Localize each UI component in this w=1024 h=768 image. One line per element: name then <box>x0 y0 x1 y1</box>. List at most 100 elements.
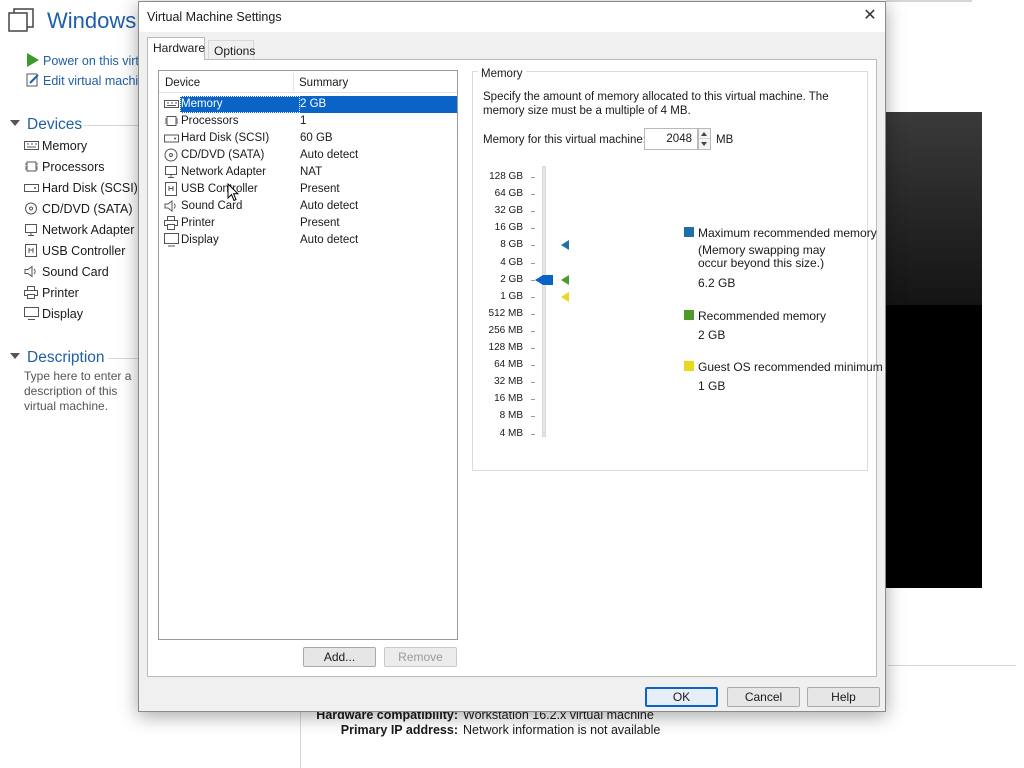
device-row-usb[interactable]: USB Controller Present <box>159 181 457 198</box>
memory-field-label: Memory for this virtual machine: <box>483 134 646 146</box>
primary-ip-key: Primary IP address: <box>340 723 458 737</box>
device-list-header: Device Summary <box>159 71 457 93</box>
description-section-toggle[interactable]: Description <box>10 349 105 367</box>
device-row-processors[interactable]: Processors 1 <box>159 113 457 130</box>
guest-min-value: 1 GB <box>698 379 726 393</box>
scale-label: 32 MB <box>494 376 523 388</box>
section-divider <box>108 358 138 359</box>
device-name: Processors <box>181 115 239 127</box>
cancel-button[interactable]: Cancel <box>727 687 800 707</box>
collapse-icon <box>10 353 20 359</box>
memory-icon <box>24 141 39 150</box>
scale-tick <box>531 313 535 315</box>
cd-dvd-icon <box>25 202 37 215</box>
device-row-display[interactable]: Display Auto detect <box>159 232 457 249</box>
device-row-printer[interactable]: Printer Present <box>159 215 457 232</box>
usb-controller-icon <box>165 182 177 196</box>
device-name: Network Adapter <box>181 166 267 178</box>
collapse-icon <box>10 120 20 126</box>
bg-device-memory[interactable]: Memory <box>24 137 138 158</box>
scale-tick <box>531 365 535 367</box>
mouse-cursor-icon <box>227 183 239 202</box>
bg-device-hard-disk[interactable]: Hard Disk (SCSI) <box>24 179 138 200</box>
hardware-tab-panel: Device Summary Memory 2 GB Processors 1 <box>147 59 883 677</box>
spin-down-icon[interactable] <box>699 139 710 149</box>
scale-tick <box>531 399 535 401</box>
network-adapter-icon <box>165 166 177 178</box>
background-device-list: Memory Processors Hard Disk (SCSI) CD/DV… <box>24 137 138 326</box>
tab-options[interactable]: Options <box>208 40 255 60</box>
sound-card-icon <box>24 265 36 278</box>
device-list[interactable]: Device Summary Memory 2 GB Processors 1 <box>158 70 458 640</box>
device-summary: Present <box>300 217 340 229</box>
scale-label: 16 MB <box>494 393 523 405</box>
recommended-value: 2 GB <box>698 328 726 342</box>
device-row-sound[interactable]: Sound Card Auto detect <box>159 198 457 215</box>
network-adapter-icon <box>25 224 37 236</box>
memory-group: Memory Specify the amount of memory allo… <box>472 68 883 471</box>
dialog-titlebar[interactable]: Virtual Machine Settings ✕ <box>139 2 885 32</box>
memory-icon <box>164 100 179 108</box>
bg-device-cd-dvd[interactable]: CD/DVD (SATA) <box>24 200 138 221</box>
column-separator[interactable] <box>293 73 294 91</box>
max-recommended-swatch <box>684 227 694 237</box>
guest-min-title: Guest OS recommended minimum <box>698 360 883 374</box>
display-icon <box>164 233 179 247</box>
device-summary: NAT <box>300 166 323 178</box>
scale-tick <box>531 177 535 178</box>
scale-label: 64 MB <box>494 359 523 371</box>
ok-button[interactable]: OK <box>645 687 718 707</box>
bg-device-usb[interactable]: USB Controller <box>24 242 138 263</box>
device-name: Memory <box>181 98 223 110</box>
dialog-title: Virtual Machine Settings <box>147 10 282 24</box>
device-summary: 1 <box>300 115 307 127</box>
devices-section-toggle[interactable]: Devices <box>10 116 82 134</box>
sound-card-icon <box>164 200 176 212</box>
bg-device-printer[interactable]: Printer <box>24 284 138 305</box>
device-summary: Auto detect <box>300 149 359 161</box>
close-icon[interactable]: ✕ <box>855 2 885 30</box>
help-button[interactable]: Help <box>807 687 880 707</box>
tab-hardware[interactable]: Hardware <box>147 37 205 60</box>
printer-icon <box>164 216 178 230</box>
max-recommended-value: 6.2 GB <box>698 276 736 290</box>
cd-dvd-icon <box>164 148 178 162</box>
device-row-hard-disk[interactable]: Hard Disk (SCSI) 60 GB <box>159 130 457 147</box>
vm-preview-screen[interactable] <box>883 112 982 305</box>
device-name: CD/DVD (SATA) <box>181 149 265 161</box>
scale-label: 4 MB <box>499 427 523 439</box>
column-header-summary[interactable]: Summary <box>299 77 348 89</box>
vm-settings-dialog: Virtual Machine Settings ✕ Hardware Opti… <box>138 1 886 712</box>
processor-icon <box>165 116 178 126</box>
add-device-button[interactable]: Add... <box>303 647 376 667</box>
hard-disk-icon <box>164 134 179 143</box>
device-row-memory[interactable]: Memory 2 GB <box>159 96 457 113</box>
bg-device-network[interactable]: Network Adapter <box>24 221 138 242</box>
memory-size-input[interactable] <box>644 128 698 150</box>
vm-title: Windows <box>47 8 137 33</box>
memory-slider-thumb[interactable] <box>543 274 553 285</box>
scale-label: 128 GB <box>489 171 523 182</box>
column-header-device[interactable]: Device <box>165 77 200 89</box>
spin-up-icon[interactable] <box>699 129 710 139</box>
recommended-swatch <box>684 310 694 320</box>
bg-device-sound[interactable]: Sound Card <box>24 263 138 284</box>
bg-device-processors[interactable]: Processors <box>24 158 138 179</box>
recommended-marker <box>561 274 569 285</box>
remove-device-button[interactable]: Remove <box>384 647 457 667</box>
edit-icon <box>26 73 39 87</box>
device-summary: Auto detect <box>300 200 359 212</box>
guest-min-swatch <box>684 361 694 371</box>
device-summary: Auto detect <box>300 234 359 246</box>
description-placeholder[interactable]: Type here to enter a description of this… <box>24 369 144 414</box>
bg-device-display[interactable]: Display <box>24 305 138 326</box>
memory-unit-label: MB <box>716 134 734 146</box>
scale-label: 8 MB <box>499 410 523 422</box>
device-row-network[interactable]: Network Adapter NAT <box>159 164 457 181</box>
scale-tick <box>531 245 535 247</box>
window-edge <box>886 0 972 2</box>
device-row-cd-dvd[interactable]: CD/DVD (SATA) Auto detect <box>159 147 457 164</box>
scale-label: 4 GB <box>500 256 523 268</box>
memory-slider-track[interactable] <box>542 166 546 437</box>
device-name: Display <box>181 234 219 246</box>
